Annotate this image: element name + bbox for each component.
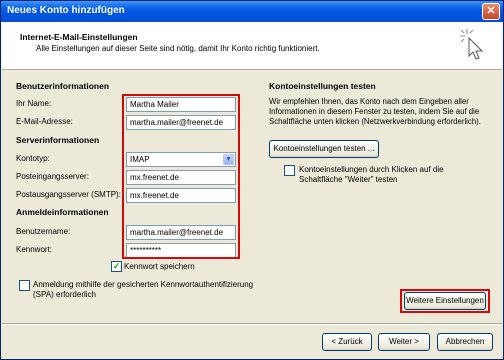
dialog-window: Neues Konto hinzufügen ✕ Internet-E-Mail… — [0, 0, 504, 360]
highlight-box-more-settings — [400, 289, 490, 313]
incoming-server-label: Posteingangsserver: — [16, 172, 89, 181]
page-title: Internet-E-Mail-Einstellungen — [20, 32, 138, 42]
next-button[interactable]: Weiter > — [378, 333, 430, 351]
footer-divider — [2, 323, 502, 325]
page-subtitle: Alle Einstellungen auf dieser Seite sind… — [36, 44, 320, 53]
click-cursor-icon — [460, 29, 484, 60]
remember-password-checkbox[interactable]: ✓ — [111, 261, 122, 272]
wizard-header: Internet-E-Mail-Einstellungen Alle Einst… — [2, 22, 502, 70]
name-label: Ihr Name: — [16, 99, 52, 108]
spa-label-line1[interactable]: Anmeldung mithilfe der gesicherten Kennw… — [33, 280, 253, 289]
user-info-heading: Benutzerinformationen — [16, 81, 110, 91]
remember-password-label[interactable]: Kennwort speichern — [124, 262, 195, 271]
password-label: Kennwort: — [16, 245, 53, 254]
close-button[interactable]: ✕ — [482, 3, 500, 20]
spa-checkbox[interactable] — [19, 280, 30, 291]
window-title: Neues Konto hinzufügen — [7, 5, 125, 16]
test-on-next-label-line2[interactable]: Schaltfläche "Weiter" testen — [299, 175, 397, 184]
back-button[interactable]: < Zurück — [322, 333, 372, 351]
test-on-next-checkbox[interactable] — [284, 165, 295, 176]
title-bar[interactable]: Neues Konto hinzufügen ✕ — [1, 1, 503, 22]
wizard-body: Benutzerinformationen Ihr Name: Martha M… — [2, 71, 502, 323]
check-icon: ✓ — [112, 261, 121, 271]
test-on-next-label-line1[interactable]: Kontoeinstellungen durch Klicken auf die — [299, 165, 444, 174]
account-type-label: Kontotyp: — [16, 154, 50, 163]
cancel-button[interactable]: Abbrechen — [437, 333, 493, 351]
username-label: Benutzername: — [16, 227, 71, 236]
login-info-heading: Anmeldeinformationen — [16, 207, 109, 217]
server-info-heading: Serverinformationen — [16, 135, 100, 145]
test-settings-text-line1: Wir empfehlen Ihnen, das Konto nach dem … — [269, 97, 469, 106]
spa-label-line2[interactable]: (SPA) erforderlich — [33, 290, 96, 299]
test-settings-text-line2: Informationen in diesem Fenster zu teste… — [269, 107, 480, 116]
email-label: E-Mail-Adresse: — [16, 117, 73, 126]
test-settings-heading: Kontoeinstellungen testen — [269, 81, 376, 91]
highlight-box-fields — [122, 94, 240, 259]
test-settings-text-line3: Schaltfläche unten klicken (Netzwerkverb… — [269, 117, 481, 126]
outgoing-server-label: Postausgangsserver (SMTP): — [16, 190, 121, 199]
test-account-settings-button[interactable]: Kontoeinstellungen testen ... — [269, 140, 379, 158]
